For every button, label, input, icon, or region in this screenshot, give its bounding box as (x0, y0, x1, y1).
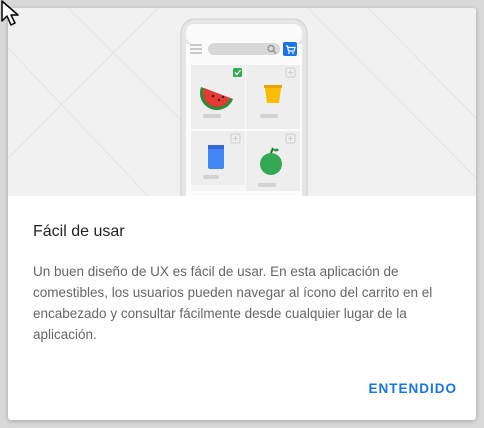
cart-icon (283, 42, 297, 56)
product-card-cup (246, 65, 300, 129)
mouse-cursor-icon (1, 0, 19, 26)
product-card-bottle (191, 131, 245, 191)
product-card-apple (246, 131, 300, 191)
dialog-body: Un buen diseño de UX es fácil de usar. E… (33, 264, 433, 342)
search-bar (208, 43, 280, 55)
dialog-title: Fácil de usar (33, 223, 125, 240)
onboarding-dialog: Fácil de usar Un buen diseño de UX es fá… (8, 8, 476, 420)
entendido-button[interactable]: ENTENDIDO (368, 381, 457, 396)
menu-icon (190, 44, 202, 54)
yellow-cup-icon (264, 85, 282, 103)
blue-bottle-icon (208, 145, 224, 169)
product-card-watermelon (191, 65, 245, 129)
illustration-banner (8, 8, 476, 196)
